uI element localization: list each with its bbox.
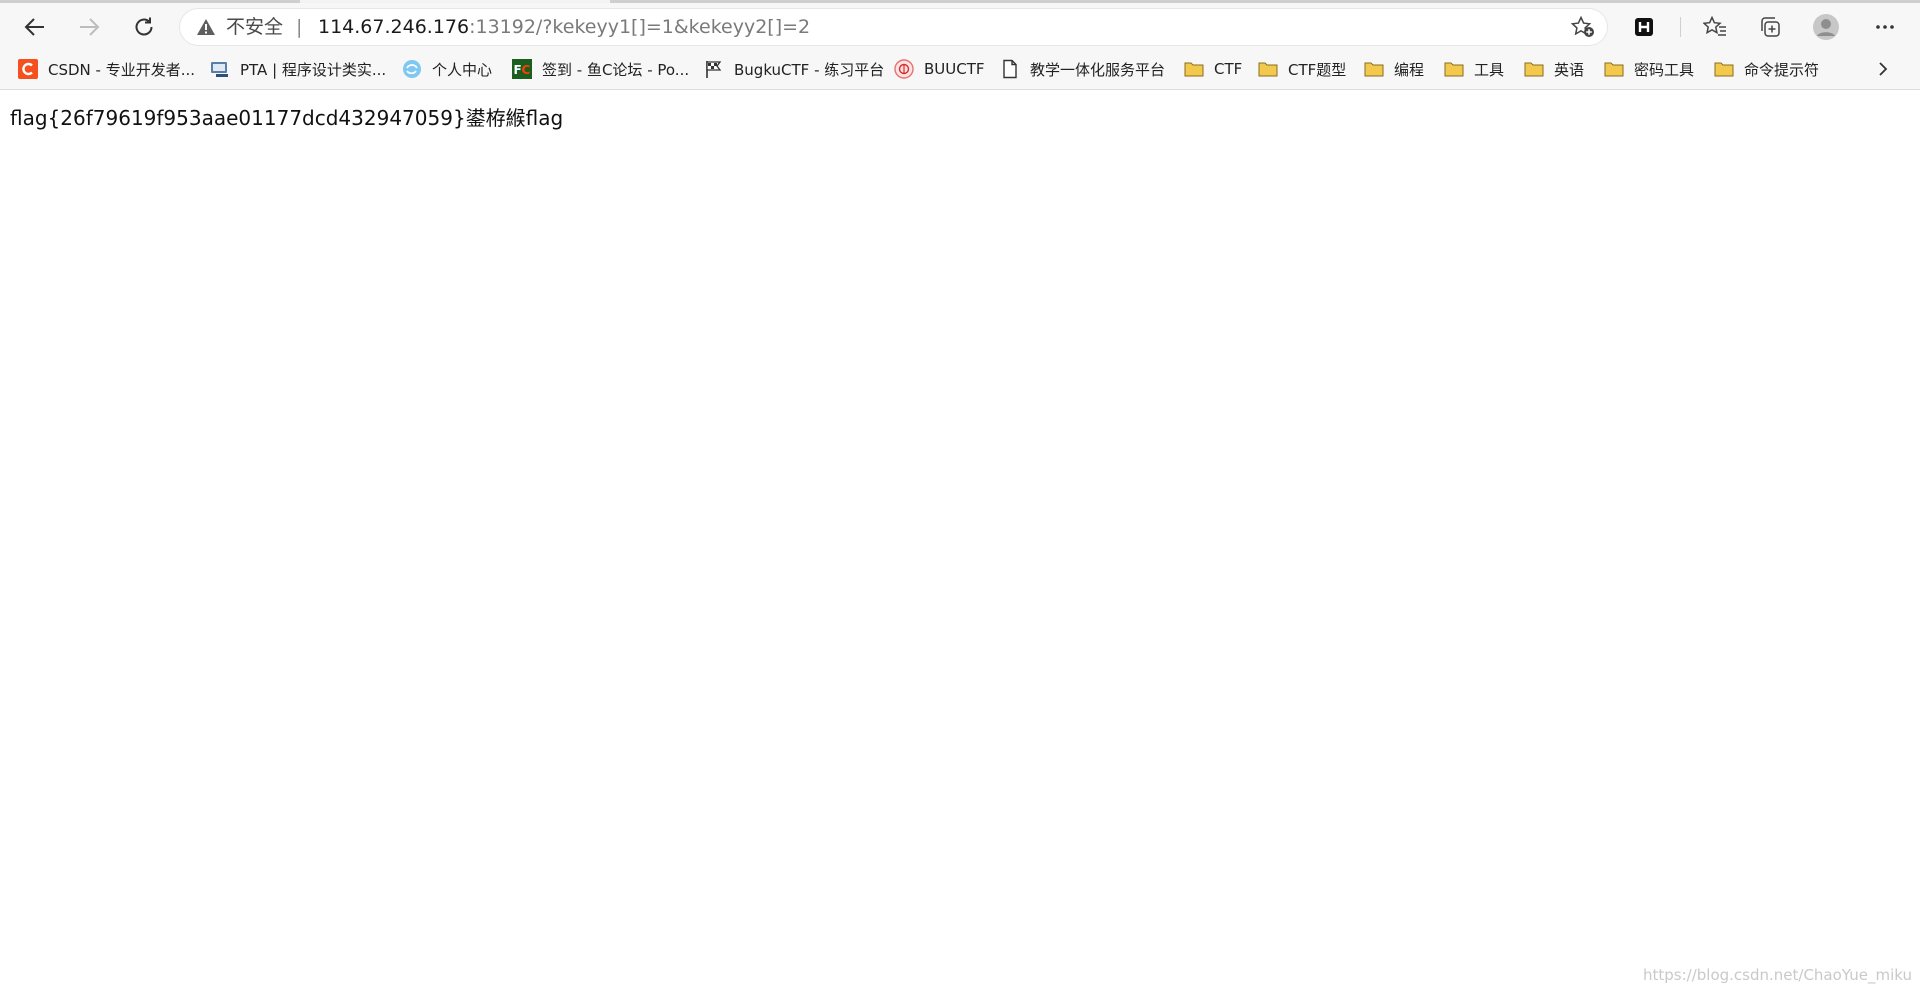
watermark-text: https://blog.csdn.net/ChaoYue_miku (1643, 966, 1912, 984)
collections-icon[interactable] (1754, 11, 1786, 43)
bookmark-label: CSDN - 专业开发者... (48, 60, 196, 79)
url-host: 114.67.246.176 (318, 16, 470, 38)
more-menu-icon[interactable] (1869, 11, 1901, 43)
toolbar-separator (1680, 17, 1681, 37)
url-text[interactable]: 114.67.246.176:13192/?kekeyy1[]=1&kekeyy… (318, 17, 810, 37)
bookmark-teaching-platform[interactable]: 教学一体化服务平台 (1000, 57, 1165, 81)
bookmark-bugku[interactable]: BugkuCTF - 练习平台 (704, 57, 884, 81)
fc-logo-icon: FC (512, 59, 532, 79)
folder-icon (1364, 59, 1384, 79)
svg-text:F: F (514, 63, 522, 77)
buuctf-logo-icon (894, 59, 914, 79)
bookmark-folder-english[interactable]: 英语 (1524, 57, 1584, 81)
folder-icon (1258, 59, 1278, 79)
bookmark-buuctf[interactable]: BUUCTF (894, 57, 985, 81)
folder-icon (1184, 59, 1204, 79)
bookmark-folder-cmd[interactable]: 命令提示符 (1714, 57, 1819, 81)
address-separator: | (296, 16, 303, 38)
csdn-logo-icon (18, 59, 38, 79)
swirl-logo-icon (402, 59, 422, 79)
bookmark-label: CTF (1214, 60, 1243, 78)
bookmark-label: BUUCTF (924, 60, 985, 78)
add-favorite-icon[interactable] (1570, 15, 1595, 42)
bookmark-label: 命令提示符 (1744, 60, 1820, 79)
url-path: :13192/?kekeyy1[]=1&kekeyy2[]=2 (469, 16, 811, 38)
arrow-left-icon (24, 18, 44, 36)
bookmark-label: 编程 (1394, 60, 1425, 79)
bookmark-folder-tools[interactable]: 工具 (1444, 57, 1504, 81)
flag-logo-icon (704, 59, 724, 79)
bookmark-fishc[interactable]: FC 签到 - 鱼C论坛 - Po... (512, 57, 689, 81)
bookmarks-overflow-button[interactable] (1876, 57, 1890, 81)
favorites-icon[interactable] (1699, 11, 1731, 43)
forward-button[interactable] (72, 10, 106, 44)
warning-icon[interactable] (196, 18, 216, 40)
bookmarks-bar: CSDN - 专业开发者... PTA | 程序设计类实... 个人中心 FC … (0, 49, 1920, 90)
folder-icon (1604, 59, 1624, 79)
profile-avatar[interactable] (1810, 11, 1842, 43)
bookmark-label: CTF题型 (1288, 60, 1347, 79)
svg-text:C: C (522, 63, 531, 77)
bookmark-pta[interactable]: PTA | 程序设计类实... (210, 57, 386, 81)
folder-icon (1444, 59, 1464, 79)
chevron-right-icon (1879, 62, 1888, 76)
bookmark-folder-crypto-tools[interactable]: 密码工具 (1604, 57, 1694, 81)
bookmark-label: PTA | 程序设计类实... (240, 60, 387, 79)
bookmark-label: 教学一体化服务平台 (1030, 60, 1166, 79)
refresh-icon (135, 17, 153, 36)
folder-icon (1524, 59, 1544, 79)
pta-logo-icon (210, 59, 230, 79)
bookmark-label: 工具 (1474, 60, 1505, 79)
page-icon (1000, 59, 1020, 79)
bookmark-label: 英语 (1554, 60, 1585, 79)
bookmark-csdn[interactable]: CSDN - 专业开发者... (18, 57, 195, 81)
address-bar[interactable]: 不安全 | 114.67.246.176:13192/?kekeyy1[]=1&… (180, 9, 1607, 45)
security-label[interactable]: 不安全 (226, 17, 283, 37)
arrow-right-icon (80, 18, 100, 36)
bookmark-folder-ctf[interactable]: CTF (1184, 57, 1242, 81)
bookmark-folder-programming[interactable]: 编程 (1364, 57, 1424, 81)
bookmark-personal-center[interactable]: 个人中心 (402, 57, 492, 81)
browser-toolbar: 不安全 | 114.67.246.176:13192/?kekeyy1[]=1&… (0, 3, 1920, 49)
folder-icon (1714, 59, 1734, 79)
extension-h-icon[interactable] (1628, 11, 1660, 43)
bookmark-folder-ctf-types[interactable]: CTF题型 (1258, 57, 1346, 81)
refresh-button[interactable] (127, 10, 161, 44)
bookmark-label: 签到 - 鱼C论坛 - Po... (542, 60, 690, 79)
bookmark-label: 密码工具 (1634, 60, 1695, 79)
bookmark-label: 个人中心 (432, 60, 493, 79)
back-button[interactable] (18, 10, 52, 44)
bookmark-label: BugkuCTF - 练习平台 (734, 60, 885, 79)
page-body-text: flag{26f79619f953aae01177dcd432947059}鍙栫… (10, 106, 564, 130)
